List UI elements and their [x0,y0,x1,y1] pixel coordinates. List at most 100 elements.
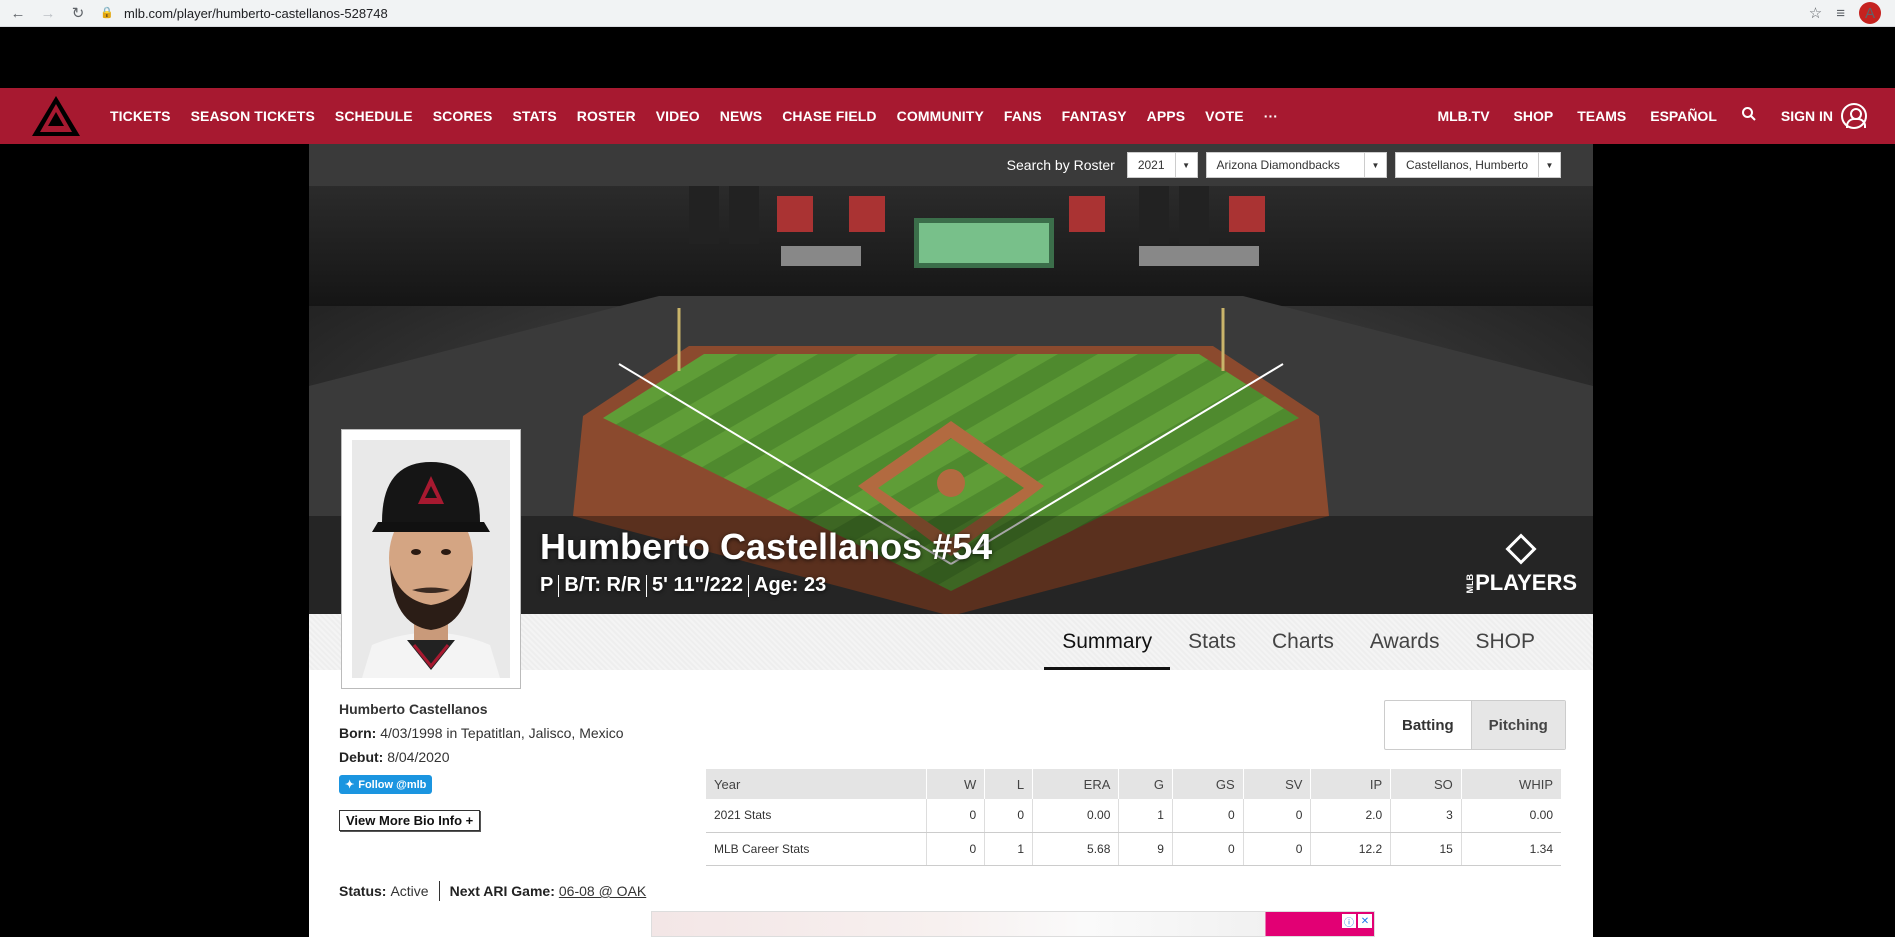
main-nav: TICKETS SEASON TICKETS SCHEDULE SCORES STATS… [0,88,1895,144]
nav-link[interactable]: NEWS [720,108,762,124]
nav-link[interactable]: VOTE [1205,108,1244,124]
team-select[interactable]: Arizona Diamondbacks ▼ [1205,152,1387,178]
nav-right-link[interactable]: SHOP [1514,108,1554,124]
bio-debut: Debut: 8/04/2020 [339,749,669,765]
roster-search-bar: Search by Roster 2021 ▼ Arizona Diamondb… [309,144,1593,186]
table-cell: 0 [1243,832,1312,866]
nav-link[interactable]: TICKETS [110,108,171,124]
player-headshot [341,429,521,689]
nav-link[interactable]: FANS [1004,108,1042,124]
dbacks-logo-icon[interactable] [28,92,84,140]
address-bar[interactable]: 🔒 mlb.com/player/humberto-castellanos-52… [100,1,1809,25]
diamond-icon [1505,533,1537,565]
table-cell: 1 [1118,799,1173,833]
nav-link[interactable]: SCORES [433,108,493,124]
table-cell: 2.0 [1310,799,1392,833]
tab-charts[interactable]: Charts [1254,614,1352,670]
status-label: Status: [339,883,387,899]
next-game-label: Next ARI Game: [449,883,555,899]
nav-link[interactable]: ··· [1264,108,1278,124]
nav-link[interactable]: ROSTER [577,108,636,124]
sign-in-button[interactable]: SIGN IN [1781,103,1867,129]
sign-in-label: SIGN IN [1780,108,1833,124]
twitter-follow-label: Follow @mlb [358,778,427,791]
nav-right-link[interactable]: TEAMS [1577,108,1626,124]
table-cell: 0 [1172,832,1244,866]
nav-link[interactable]: APPS [1147,108,1186,124]
top-banner [0,27,1895,88]
debut-label: Debut: [339,749,384,765]
table-cell: 0 [926,799,986,833]
next-game-link[interactable]: 06-08 @ OAK [559,883,646,899]
tab-stats[interactable]: Stats [1170,614,1254,670]
year-select-value: 2021 [1137,158,1165,172]
browser-toolbar: ← → ↻ 🔒 mlb.com/player/humberto-castella… [0,0,1895,27]
bio-full-name: Humberto Castellanos [339,701,488,717]
divider [558,574,560,597]
born-label: Born: [339,725,377,741]
nav-link[interactable]: VIDEO [656,108,700,124]
table-header-cell: GS [1172,769,1244,799]
view-more-bio-button[interactable]: View More Bio Info + [339,810,481,831]
back-icon[interactable]: ← [6,1,30,25]
nav-link[interactable]: SCHEDULE [335,108,413,124]
player-select-value: Castellanos, Humberto [1405,158,1528,172]
stats-type-toggle: Batting Pitching [1384,700,1566,750]
reading-list-icon[interactable]: ≡ [1836,5,1845,22]
twitter-follow-button[interactable]: ✦ Follow @mlb [339,775,433,794]
reload-icon[interactable]: ↻ [66,1,90,25]
tab-awards[interactable]: Awards [1352,614,1458,670]
star-icon[interactable]: ☆ [1809,4,1822,22]
batting-toggle-button[interactable]: Batting [1385,701,1471,749]
nav-link[interactable]: SEASON TICKETS [191,108,315,124]
born-value: 4/03/1998 in Tepatitlan, Jalisco, Mexico [380,725,624,741]
nav-right-link[interactable]: MLB.TV [1437,108,1489,124]
chevron-down-icon: ▼ [1538,153,1560,177]
forward-icon[interactable]: → [36,1,60,25]
year-select[interactable]: 2021 ▼ [1126,152,1198,178]
table-header-cell: Year [706,769,928,799]
bio-born: Born: 4/03/1998 in Tepatitlan, Jalisco, … [339,725,669,741]
advertisement-banner[interactable]: ⓘ ✕ [651,911,1375,937]
status-value: Active [390,883,429,899]
table-cell: 0.00 [1461,799,1561,833]
table-row: MLB Career Stats 0 1 5.68 9 0 0 12.2 15 1.34 [706,832,1561,866]
chevron-down-icon: ▼ [1174,153,1197,177]
table-header-cell: WHIP [1461,769,1561,799]
table-cell: 3 [1390,799,1462,833]
divider [646,574,648,597]
player-name-heading: Humberto Castellanos #54 [540,526,993,567]
table-header-cell: W [926,769,986,799]
pitching-toggle-button[interactable]: Pitching [1470,701,1565,749]
nav-link[interactable]: COMMUNITY [897,108,984,124]
profile-avatar[interactable]: A [1859,2,1881,24]
nav-link[interactable]: FANTASY [1062,108,1127,124]
team-select-value: Arizona Diamondbacks [1216,158,1340,172]
url-text: mlb.com/player/humberto-castellanos-5287… [124,5,388,21]
table-cell: 2021 Stats [706,799,928,833]
debut-value: 8/04/2020 [387,749,450,765]
table-cell: 15 [1390,832,1462,866]
table-row: 2021 Stats 0 0 0.00 1 0 0 2.0 3 0.00 [706,799,1561,833]
nav-link[interactable]: CHASE FIELD [782,108,876,124]
chevron-down-icon: ▼ [1363,153,1386,177]
player-photo [352,440,510,678]
table-header-cell: IP [1310,769,1392,799]
nav-link[interactable]: STATS [512,108,556,124]
player-select[interactable]: Castellanos, Humberto ▼ [1394,152,1561,178]
player-age: Age: 23 [754,574,827,596]
player-meta: P B/T: R/R 5' 11"/222 Age: 23 [540,574,826,597]
table-cell: 0.00 [1032,799,1120,833]
tab-shop[interactable]: SHOP [1457,614,1553,670]
table-cell: 5.68 [1032,832,1120,866]
table-cell: MLB Career Stats [706,832,928,866]
search-icon[interactable] [1741,106,1757,127]
tab-summary[interactable]: Summary [1044,614,1170,670]
close-icon[interactable]: ✕ [1358,914,1372,928]
divider [748,574,750,597]
nav-right-link[interactable]: ESPAÑOL [1650,108,1717,124]
ad-info-icon[interactable]: ⓘ [1342,914,1356,929]
player-height-weight: 5' 11"/222 [652,574,744,596]
table-cell: 0 [926,832,986,866]
mlb-players-logo: MLBPLAYERS [1465,533,1577,596]
